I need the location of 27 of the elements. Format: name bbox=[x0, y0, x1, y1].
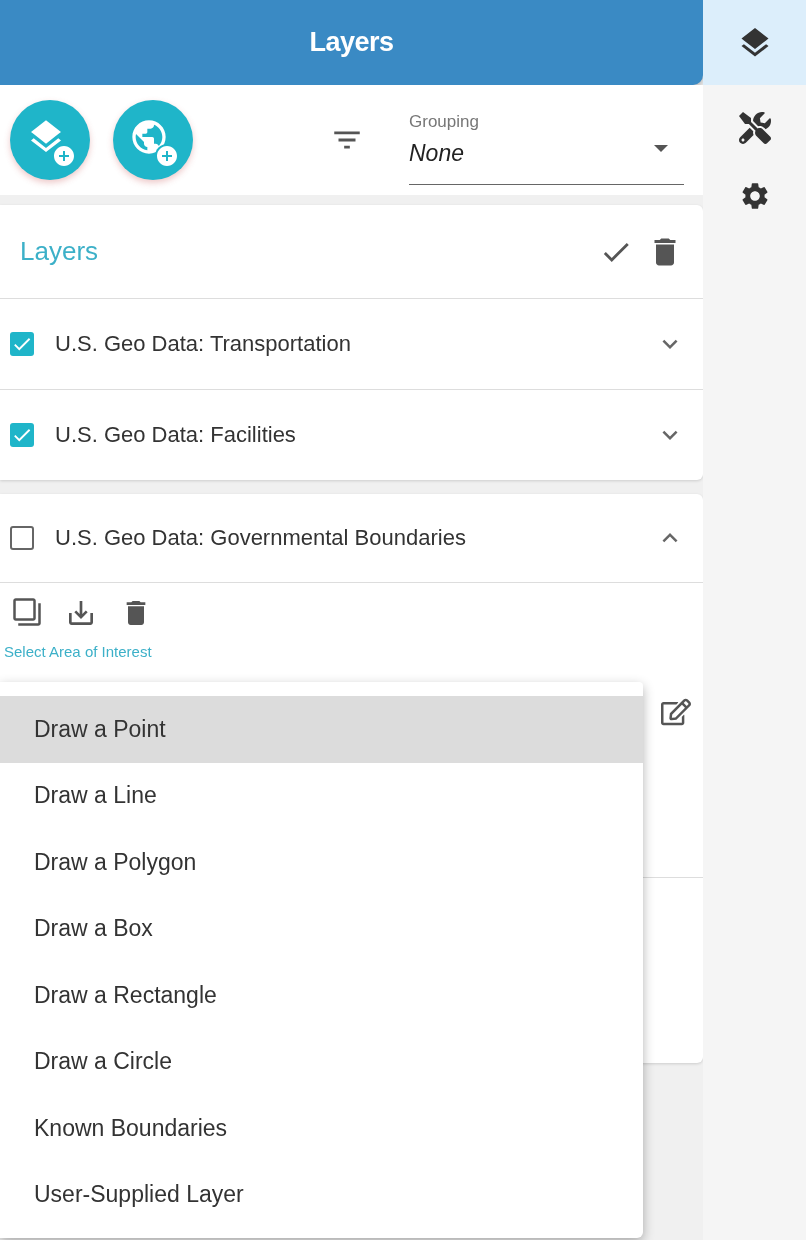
plus-icon bbox=[52, 144, 76, 168]
grouping-label: Grouping bbox=[409, 112, 479, 132]
menu-item[interactable]: Draw a Circle bbox=[0, 1028, 643, 1095]
menu-item[interactable]: Draw a Point bbox=[0, 696, 643, 763]
menu-item[interactable]: Draw a Box bbox=[0, 895, 643, 962]
grouping-value: None bbox=[409, 140, 464, 167]
menu-item[interactable]: User-Supplied Layer bbox=[0, 1161, 643, 1228]
grouping-select[interactable]: Grouping None bbox=[409, 95, 684, 185]
layer-name: U.S. Geo Data: Transportation bbox=[55, 331, 352, 357]
layer-checkbox[interactable] bbox=[10, 332, 34, 356]
layer-name: U.S. Geo Data: Governmental Boundaries bbox=[55, 525, 467, 551]
layer-checkbox[interactable] bbox=[10, 526, 34, 550]
windows-icon[interactable] bbox=[12, 597, 42, 629]
menu-item[interactable]: Draw a Line bbox=[0, 762, 643, 829]
layer-name: U.S. Geo Data: Facilities bbox=[55, 422, 297, 448]
card-title: Layers bbox=[20, 236, 100, 267]
plus-icon bbox=[155, 144, 179, 168]
caret-icon bbox=[654, 145, 668, 152]
panel-title: Layers bbox=[309, 27, 394, 58]
globe-icon bbox=[129, 117, 169, 157]
menu-item[interactable]: Draw a Polygon bbox=[0, 829, 643, 896]
area-label: Select Area of Interest bbox=[4, 643, 152, 660]
edit-icon[interactable] bbox=[661, 697, 691, 727]
layers-icon[interactable] bbox=[703, 0, 806, 85]
menu-item[interactable]: Draw a Rectangle bbox=[0, 962, 643, 1029]
menu-item[interactable]: Known Boundaries bbox=[0, 1095, 643, 1162]
layer-checkbox[interactable] bbox=[10, 423, 34, 447]
